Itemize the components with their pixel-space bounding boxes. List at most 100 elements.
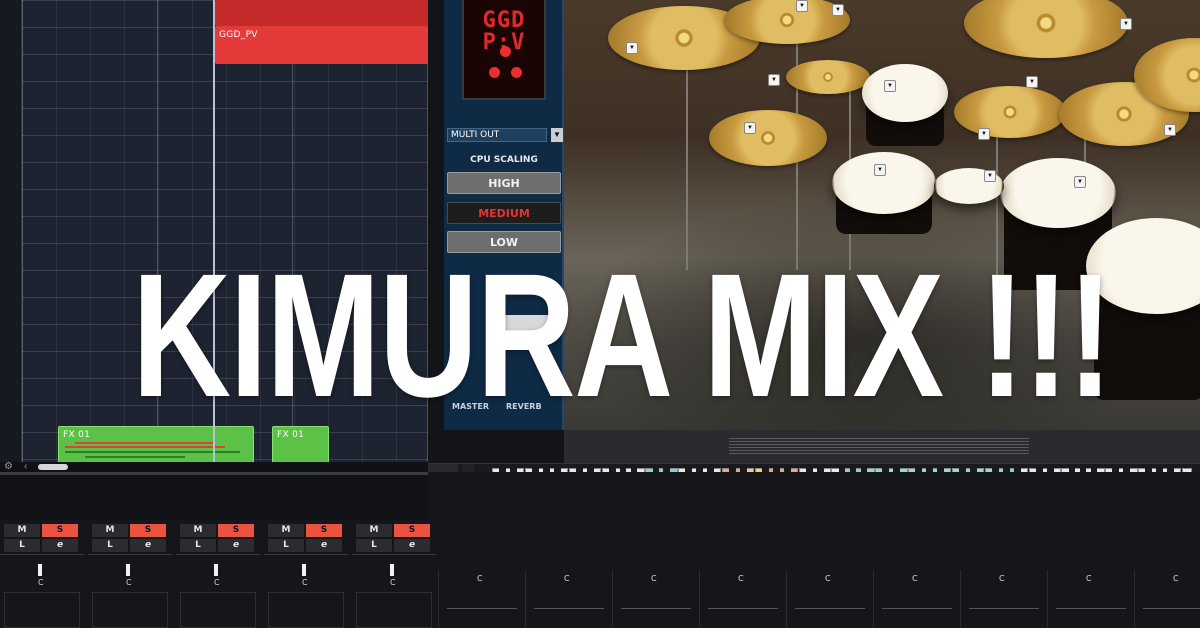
pan-knob[interactable] xyxy=(302,564,306,576)
pan-value: C xyxy=(738,574,744,583)
footer-grill xyxy=(729,438,1029,454)
cpu-scaling-label: CPU SCALING xyxy=(470,155,538,165)
rack-tom-1[interactable] xyxy=(862,64,948,122)
midi-clip-top[interactable] xyxy=(215,0,428,26)
channel-strip: C xyxy=(1047,570,1133,628)
pan-value: C xyxy=(912,574,918,583)
gear-icon[interactable]: ⚙ xyxy=(4,462,13,472)
scroll-thumb[interactable] xyxy=(38,464,68,470)
chevron-left-icon[interactable]: ‹ xyxy=(24,462,27,472)
send-slot[interactable] xyxy=(356,592,432,628)
send-line xyxy=(1143,608,1200,609)
divider xyxy=(88,554,172,555)
china-cymbal[interactable] xyxy=(954,86,1066,138)
edit-button[interactable]: e xyxy=(394,539,430,552)
listen-button[interactable]: L xyxy=(356,539,392,552)
send-slot[interactable] xyxy=(4,592,80,628)
indicator-led xyxy=(489,67,500,78)
midi-clip-ggd-pv[interactable]: GGD_PV xyxy=(215,26,428,64)
send-slot[interactable] xyxy=(268,592,344,628)
pan-knob[interactable] xyxy=(38,564,42,576)
divider xyxy=(0,554,84,555)
preset-display: GGD P:V xyxy=(462,0,546,100)
listen-button[interactable]: L xyxy=(92,539,128,552)
mic-dropdown-icon[interactable]: ▼ xyxy=(1026,76,1038,88)
channel-strip: MSLe C xyxy=(0,520,84,628)
pan-value: C xyxy=(302,578,308,587)
pan-value: C xyxy=(390,578,396,587)
send-line xyxy=(795,608,865,609)
send-line xyxy=(447,608,517,609)
solo-button[interactable]: S xyxy=(218,524,254,537)
edit-button[interactable]: e xyxy=(42,539,78,552)
mic-dropdown-icon[interactable]: ▼ xyxy=(874,164,886,176)
edit-button[interactable]: e xyxy=(218,539,254,552)
pan-value: C xyxy=(1086,574,1092,583)
mic-dropdown-icon[interactable]: ▼ xyxy=(744,122,756,134)
mic-dropdown-icon[interactable]: ▼ xyxy=(984,170,996,182)
mute-button[interactable]: M xyxy=(92,524,128,537)
edit-button[interactable]: e xyxy=(130,539,166,552)
channel-strip: MSLe C xyxy=(352,520,436,628)
send-line xyxy=(621,608,691,609)
send-line xyxy=(969,608,1039,609)
channel-strip: C xyxy=(960,570,1046,628)
output-select[interactable]: MULTI OUT xyxy=(447,128,547,142)
pan-knob[interactable] xyxy=(214,564,218,576)
pan-value: C xyxy=(651,574,657,583)
listen-button[interactable]: L xyxy=(180,539,216,552)
floor-tom-1[interactable] xyxy=(1000,158,1116,228)
listen-button[interactable]: L xyxy=(268,539,304,552)
snare-drum[interactable] xyxy=(832,152,936,214)
mic-dropdown-icon[interactable]: ▼ xyxy=(1164,124,1176,136)
send-line xyxy=(534,608,604,609)
divider xyxy=(264,554,348,555)
mic-dropdown-icon[interactable]: ▼ xyxy=(1074,176,1086,188)
send-slot[interactable] xyxy=(92,592,168,628)
channel-strip: C xyxy=(612,570,698,628)
mic-dropdown-icon[interactable]: ▼ xyxy=(978,128,990,140)
mute-button[interactable]: M xyxy=(180,524,216,537)
channel-strip: C xyxy=(786,570,872,628)
cpu-high-button[interactable]: HIGH xyxy=(447,172,561,194)
send-line xyxy=(708,608,778,609)
pan-value: C xyxy=(999,574,1005,583)
mute-button[interactable]: M xyxy=(356,524,392,537)
cpu-medium-button[interactable]: MEDIUM xyxy=(447,202,561,224)
channel-strip: C xyxy=(873,570,959,628)
mic-dropdown-icon[interactable]: ▼ xyxy=(796,0,808,12)
solo-button[interactable]: S xyxy=(394,524,430,537)
divider xyxy=(176,554,260,555)
indicator-led xyxy=(500,46,511,57)
ride-cymbal[interactable] xyxy=(964,0,1128,58)
edit-button[interactable]: e xyxy=(306,539,342,552)
mic-dropdown-icon[interactable]: ▼ xyxy=(832,4,844,16)
mute-button[interactable]: M xyxy=(268,524,304,537)
channel-strip: C xyxy=(699,570,785,628)
channel-strip: MSLe C xyxy=(176,520,260,628)
listen-button[interactable]: L xyxy=(4,539,40,552)
hihat-cymbal[interactable] xyxy=(709,110,827,166)
mute-button[interactable]: M xyxy=(4,524,40,537)
horizontal-scrollbar[interactable]: ⚙ ‹ xyxy=(0,462,428,472)
title-overlay: KIMURA MIX !!! xyxy=(132,238,1113,434)
solo-button[interactable]: S xyxy=(130,524,166,537)
mic-dropdown-icon[interactable]: ▼ xyxy=(884,80,896,92)
mixer-header xyxy=(0,472,428,520)
pan-value: C xyxy=(1173,574,1179,583)
send-line xyxy=(882,608,952,609)
solo-button[interactable]: S xyxy=(306,524,342,537)
channel-strip: C xyxy=(438,570,524,628)
mic-dropdown-icon[interactable]: ▼ xyxy=(626,42,638,54)
chevron-down-icon[interactable]: ▼ xyxy=(551,128,563,142)
pan-value: C xyxy=(38,578,44,587)
pan-knob[interactable] xyxy=(126,564,130,576)
send-slot[interactable] xyxy=(180,592,256,628)
pan-value: C xyxy=(477,574,483,583)
mic-dropdown-icon[interactable]: ▼ xyxy=(1120,18,1132,30)
pan-knob[interactable] xyxy=(390,564,394,576)
solo-button[interactable]: S xyxy=(42,524,78,537)
splash-cymbal[interactable] xyxy=(786,60,870,94)
mic-dropdown-icon[interactable]: ▼ xyxy=(768,74,780,86)
track-header-gutter xyxy=(0,0,22,462)
